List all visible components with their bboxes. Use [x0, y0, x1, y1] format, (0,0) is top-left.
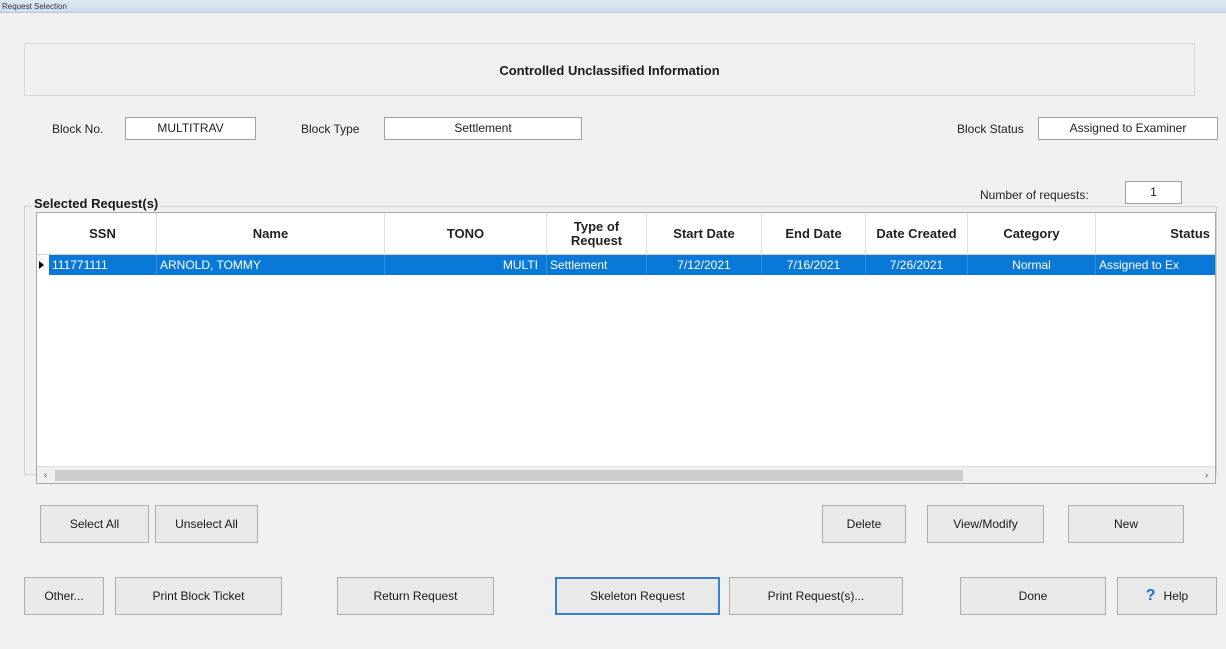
col-header-start-date[interactable]: Start Date [647, 213, 762, 255]
cell-start-date: 7/12/2021 [647, 255, 762, 275]
col-header-ssn[interactable]: SSN [49, 213, 157, 255]
scroll-right-icon[interactable]: › [1198, 467, 1215, 483]
block-type-label: Block Type [301, 122, 360, 136]
col-header-status[interactable]: Status [1096, 213, 1215, 255]
cell-ssn: 111771111 [49, 255, 157, 275]
col-header-date-created[interactable]: Date Created [866, 213, 968, 255]
skeleton-request-button[interactable]: Skeleton Request [555, 577, 720, 615]
cell-name: ARNOLD, TOMMY [157, 255, 385, 275]
requests-grid[interactable]: SSN Name TONO Type of Request Start Date… [36, 212, 1216, 484]
done-button[interactable]: Done [960, 577, 1106, 615]
other-button[interactable]: Other... [24, 577, 104, 615]
delete-button[interactable]: Delete [822, 505, 906, 543]
select-all-button[interactable]: Select All [40, 505, 149, 543]
col-header-name[interactable]: Name [157, 213, 385, 255]
print-requests-button[interactable]: Print Request(s)... [729, 577, 903, 615]
return-request-button[interactable]: Return Request [337, 577, 494, 615]
col-header-tono[interactable]: TONO [385, 213, 547, 255]
block-type-field[interactable]: Settlement [384, 117, 582, 140]
help-button-label: Help [1163, 589, 1189, 603]
view-modify-button[interactable]: View/Modify [927, 505, 1044, 543]
row-pointer-icon [39, 261, 44, 269]
table-row[interactable]: 111771111 ARNOLD, TOMMY MULTI Settlement… [49, 255, 1215, 275]
horizontal-scrollbar[interactable]: ‹ › [37, 466, 1215, 483]
cell-status: Assigned to Ex [1099, 258, 1180, 272]
block-no-field[interactable]: MULTITRAV [125, 117, 256, 140]
cui-banner: Controlled Unclassified Information [24, 43, 1195, 96]
block-status-field[interactable]: Assigned to Examiner [1038, 117, 1218, 140]
col-header-type[interactable]: Type of Request [547, 213, 647, 255]
col-header-category[interactable]: Category [968, 213, 1096, 255]
cell-tono: MULTI [385, 255, 547, 275]
cell-category: Normal [968, 255, 1096, 275]
scroll-left-icon[interactable]: ‹ [37, 467, 54, 483]
block-status-label: Block Status [957, 122, 1024, 136]
unselect-all-button[interactable]: Unselect All [155, 505, 258, 543]
cell-date-created: 7/26/2021 [866, 255, 968, 275]
cell-type: Settlement [547, 255, 647, 275]
selected-requests-title: Selected Request(s) [32, 196, 161, 211]
window-title: Request Selection [0, 0, 1226, 13]
grid-header: SSN Name TONO Type of Request Start Date… [37, 213, 1215, 255]
cell-end-date: 7/16/2021 [762, 255, 866, 275]
new-button[interactable]: New [1068, 505, 1184, 543]
help-question-icon: ? [1145, 587, 1156, 604]
col-header-end-date[interactable]: End Date [762, 213, 866, 255]
help-button[interactable]: ? Help [1117, 577, 1217, 615]
print-block-ticket-button[interactable]: Print Block Ticket [115, 577, 282, 615]
block-no-label: Block No. [52, 122, 104, 136]
scroll-thumb[interactable] [55, 470, 963, 481]
number-of-requests-field: 1 [1125, 181, 1182, 204]
number-of-requests-label: Number of requests: [980, 188, 1089, 202]
